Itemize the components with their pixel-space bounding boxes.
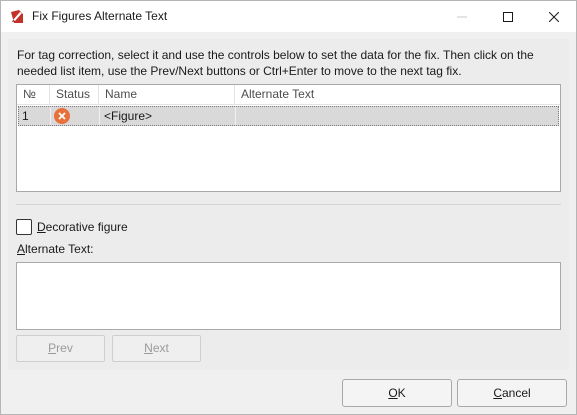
main-panel: For tag correction, select it and use th…: [8, 39, 569, 370]
maximize-button[interactable]: [485, 1, 531, 32]
minimize-button[interactable]: [439, 1, 485, 32]
row-number: 1: [19, 107, 51, 125]
instructions-text: For tag correction, select it and use th…: [17, 48, 534, 78]
separator: [16, 204, 561, 205]
error-icon: [54, 108, 70, 124]
maximize-icon: [503, 11, 513, 22]
window-title: Fix Figures Alternate Text: [32, 9, 168, 23]
dialog-window: Fix Figures Alternate Text For tag corre…: [0, 0, 577, 415]
tags-list[interactable]: № Status Name Alternate Text 1 <Figure>: [16, 84, 561, 192]
close-button[interactable]: [531, 1, 577, 32]
row-alternate-text: [236, 107, 558, 125]
pdf-app-icon: [11, 10, 23, 23]
column-header-number[interactable]: №: [17, 85, 50, 105]
ok-button[interactable]: OK: [342, 379, 452, 407]
list-header: № Status Name Alternate Text: [17, 85, 560, 105]
column-header-name[interactable]: Name: [99, 85, 235, 105]
prev-button[interactable]: Prev: [16, 335, 105, 362]
close-icon: [549, 11, 559, 22]
minimize-icon: [457, 16, 467, 17]
column-header-status[interactable]: Status: [50, 85, 99, 105]
next-button[interactable]: Next: [112, 335, 201, 362]
title-bar: Fix Figures Alternate Text: [1, 1, 576, 32]
decorative-figure-label[interactable]: Decorative figure: [37, 220, 128, 234]
row-status: [51, 107, 100, 125]
decorative-figure-checkbox[interactable]: [16, 219, 32, 235]
alternate-text-field[interactable]: [16, 262, 561, 330]
column-header-alternate-text[interactable]: Alternate Text: [235, 85, 560, 105]
decorative-figure-option[interactable]: Decorative figure: [16, 219, 128, 235]
table-row[interactable]: 1 <Figure>: [18, 106, 559, 126]
alternate-text-label: Alternate Text:: [17, 242, 94, 256]
row-name: <Figure>: [100, 107, 236, 125]
cancel-button[interactable]: Cancel: [457, 379, 567, 407]
